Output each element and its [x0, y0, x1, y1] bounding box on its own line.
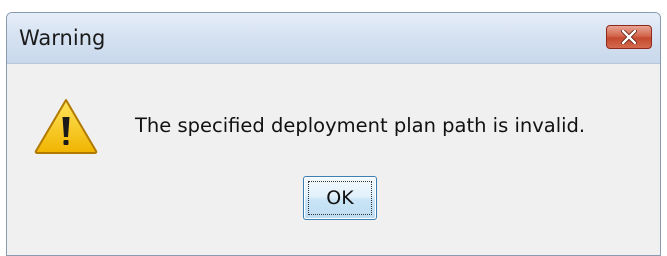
warning-icon [34, 99, 98, 154]
ok-button[interactable]: OK [303, 176, 377, 220]
ok-button-label: OK [326, 187, 354, 209]
close-button[interactable] [606, 25, 652, 49]
close-icon [621, 30, 637, 44]
dialog-content: The specified deployment plan path is in… [7, 63, 660, 255]
title-bar[interactable]: Warning [7, 13, 660, 63]
dialog-message: The specified deployment plan path is in… [135, 114, 586, 137]
dialog-title: Warning [19, 26, 106, 50]
warning-dialog: Warning The specified deployment plan pa… [6, 12, 661, 256]
